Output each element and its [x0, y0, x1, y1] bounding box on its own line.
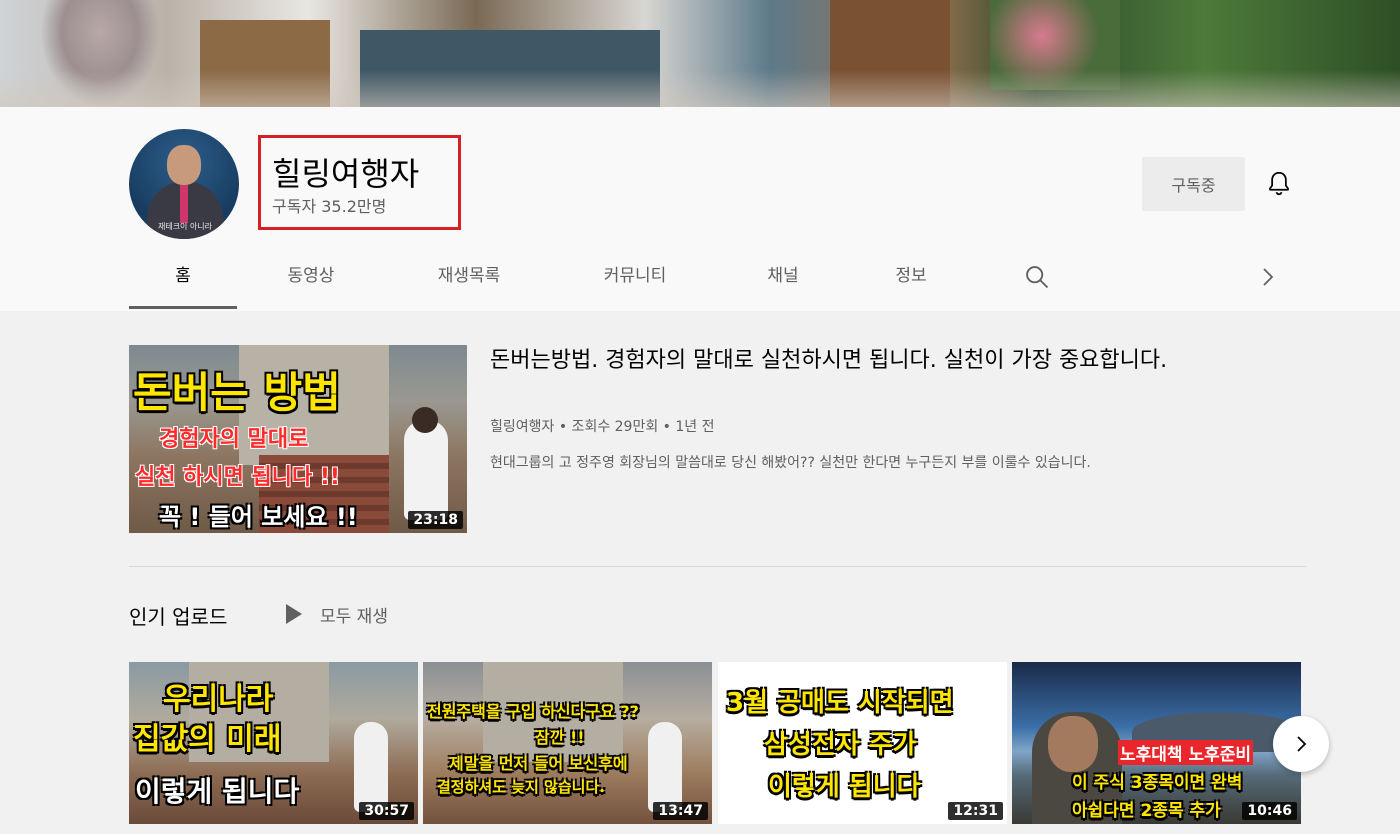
thumb-person-head: [412, 407, 438, 433]
thumb-text-line: 이 주식 3종목이면 완벽: [1072, 773, 1243, 793]
shelf-title: 인기 업로드: [129, 605, 228, 629]
chevron-right-icon[interactable]: [1257, 265, 1279, 289]
channel-banner: [0, 0, 1400, 107]
avatar-tie: [180, 185, 188, 223]
subscriber-count: 구독자 35.2만명: [272, 197, 387, 216]
tab-about[interactable]: 정보: [879, 247, 943, 309]
tab-channels[interactable]: 채널: [751, 247, 815, 309]
channel-header: 재테크이 아니라 힐링여행자 구독자 35.2만명 구독중 홈 동영상 재생목록…: [0, 107, 1400, 311]
featured-video-title[interactable]: 돈버는방법. 경험자의 말대로 실천하시면 됩니다. 실천이 가장 중요합니다.: [490, 345, 1270, 377]
play-icon: [286, 604, 302, 624]
thumb-person-head: [1048, 716, 1098, 772]
thumb-person: [404, 420, 448, 520]
avatar-caption: 재테크이 아니라: [157, 222, 213, 231]
featured-video-thumbnail[interactable]: 돈버는 방법 경험자의 말대로 실천 하시면 됩니다 !! 꼭 ! 들어 보세요…: [129, 345, 467, 533]
thumb-text-line: 우리나라: [163, 682, 274, 717]
thumb-person: [354, 722, 388, 812]
thumb-text-line: 3월 공매도 시작되면: [726, 688, 954, 718]
thumb-text-line: 아쉽다면 2종목 추가: [1072, 801, 1221, 821]
search-icon-svg: [1026, 266, 1049, 289]
thumb-text-line: 결정하셔도 늦지 않습니다.: [437, 778, 605, 796]
thumb-text-line: 돈버는 방법: [133, 368, 341, 417]
video-duration: 30:57: [359, 802, 414, 820]
thumb-text-line: 제말을 먼저 들어 보신후에: [449, 754, 628, 773]
tab-playlists[interactable]: 재생목록: [419, 247, 519, 309]
video-card[interactable]: 3월 공매도 시작되면 삼성전자 주가 이렇게 됩니다 12:31: [718, 662, 1007, 824]
thumb-text-line: 이렇게 됩니다: [135, 775, 300, 808]
thumb-person: [648, 722, 682, 812]
search-icon[interactable]: [1023, 263, 1051, 291]
video-duration: 13:47: [653, 802, 708, 820]
channel-avatar[interactable]: 재테크이 아니라: [129, 129, 239, 239]
banner-ground: [0, 70, 1400, 107]
featured-video-meta: 힐링여행자 • 조회수 29만회 • 1년 전: [490, 419, 715, 435]
video-card[interactable]: 우리나라 집값의 미래 이렇게 됩니다 30:57: [129, 662, 418, 824]
subscribed-button[interactable]: 구독중: [1142, 157, 1245, 211]
home-content: 돈버는 방법 경험자의 말대로 실천 하시면 됩니다 !! 꼭 ! 들어 보세요…: [0, 311, 1400, 834]
thumb-text-line: 이렇게 됩니다: [768, 772, 921, 802]
chevron-right-icon-svg: [1263, 268, 1274, 286]
featured-video-description: 현대그룹의 고 정주영 회장님의 말씀대로 당신 해봤어?? 실천만 한다면 누…: [490, 455, 1091, 471]
channel-name: 힐링여행자: [272, 155, 420, 193]
play-all-button[interactable]: 모두 재생: [282, 599, 388, 629]
avatar-face: [167, 145, 201, 185]
video-card[interactable]: 전원주택을 구입 하신다구요 ?? 잠깐 !! 제말을 먼저 들어 보신후에 결…: [423, 662, 712, 824]
section-divider: [129, 566, 1306, 567]
thumb-text-line: 삼성전자 주가: [764, 730, 917, 760]
thumb-text-line: 집값의 미래: [133, 722, 282, 757]
bell-icon-svg: [1269, 171, 1289, 196]
video-duration: 10:46: [1242, 802, 1297, 820]
tab-videos[interactable]: 동영상: [269, 247, 353, 309]
play-all-label: 모두 재생: [320, 606, 388, 627]
thumb-text-line: 잠깐 !!: [535, 728, 585, 747]
video-duration: 23:18: [408, 511, 463, 529]
video-duration: 12:31: [948, 802, 1003, 820]
thumb-text-line: 꼭 ! 들어 보세요 !!: [159, 503, 358, 531]
bell-icon[interactable]: [1264, 169, 1294, 199]
thumb-text-line: 전원주택을 구입 하신다구요 ??: [427, 702, 639, 721]
chevron-right-icon: [1297, 736, 1307, 752]
thumb-text-line: 실천 하시면 됩니다 !!: [135, 465, 340, 490]
thumb-text-line: 경험자의 말대로: [159, 427, 309, 452]
tab-home[interactable]: 홈: [129, 247, 237, 309]
video-card[interactable]: 노후대책 노후준비 이 주식 3종목이면 완벽 아쉽다면 2종목 추가 10:4…: [1012, 662, 1301, 824]
thumb-text-line: 노후대책 노후준비: [1118, 740, 1254, 765]
shelf-next-button[interactable]: [1273, 716, 1329, 772]
tab-community[interactable]: 커뮤니티: [585, 247, 685, 309]
